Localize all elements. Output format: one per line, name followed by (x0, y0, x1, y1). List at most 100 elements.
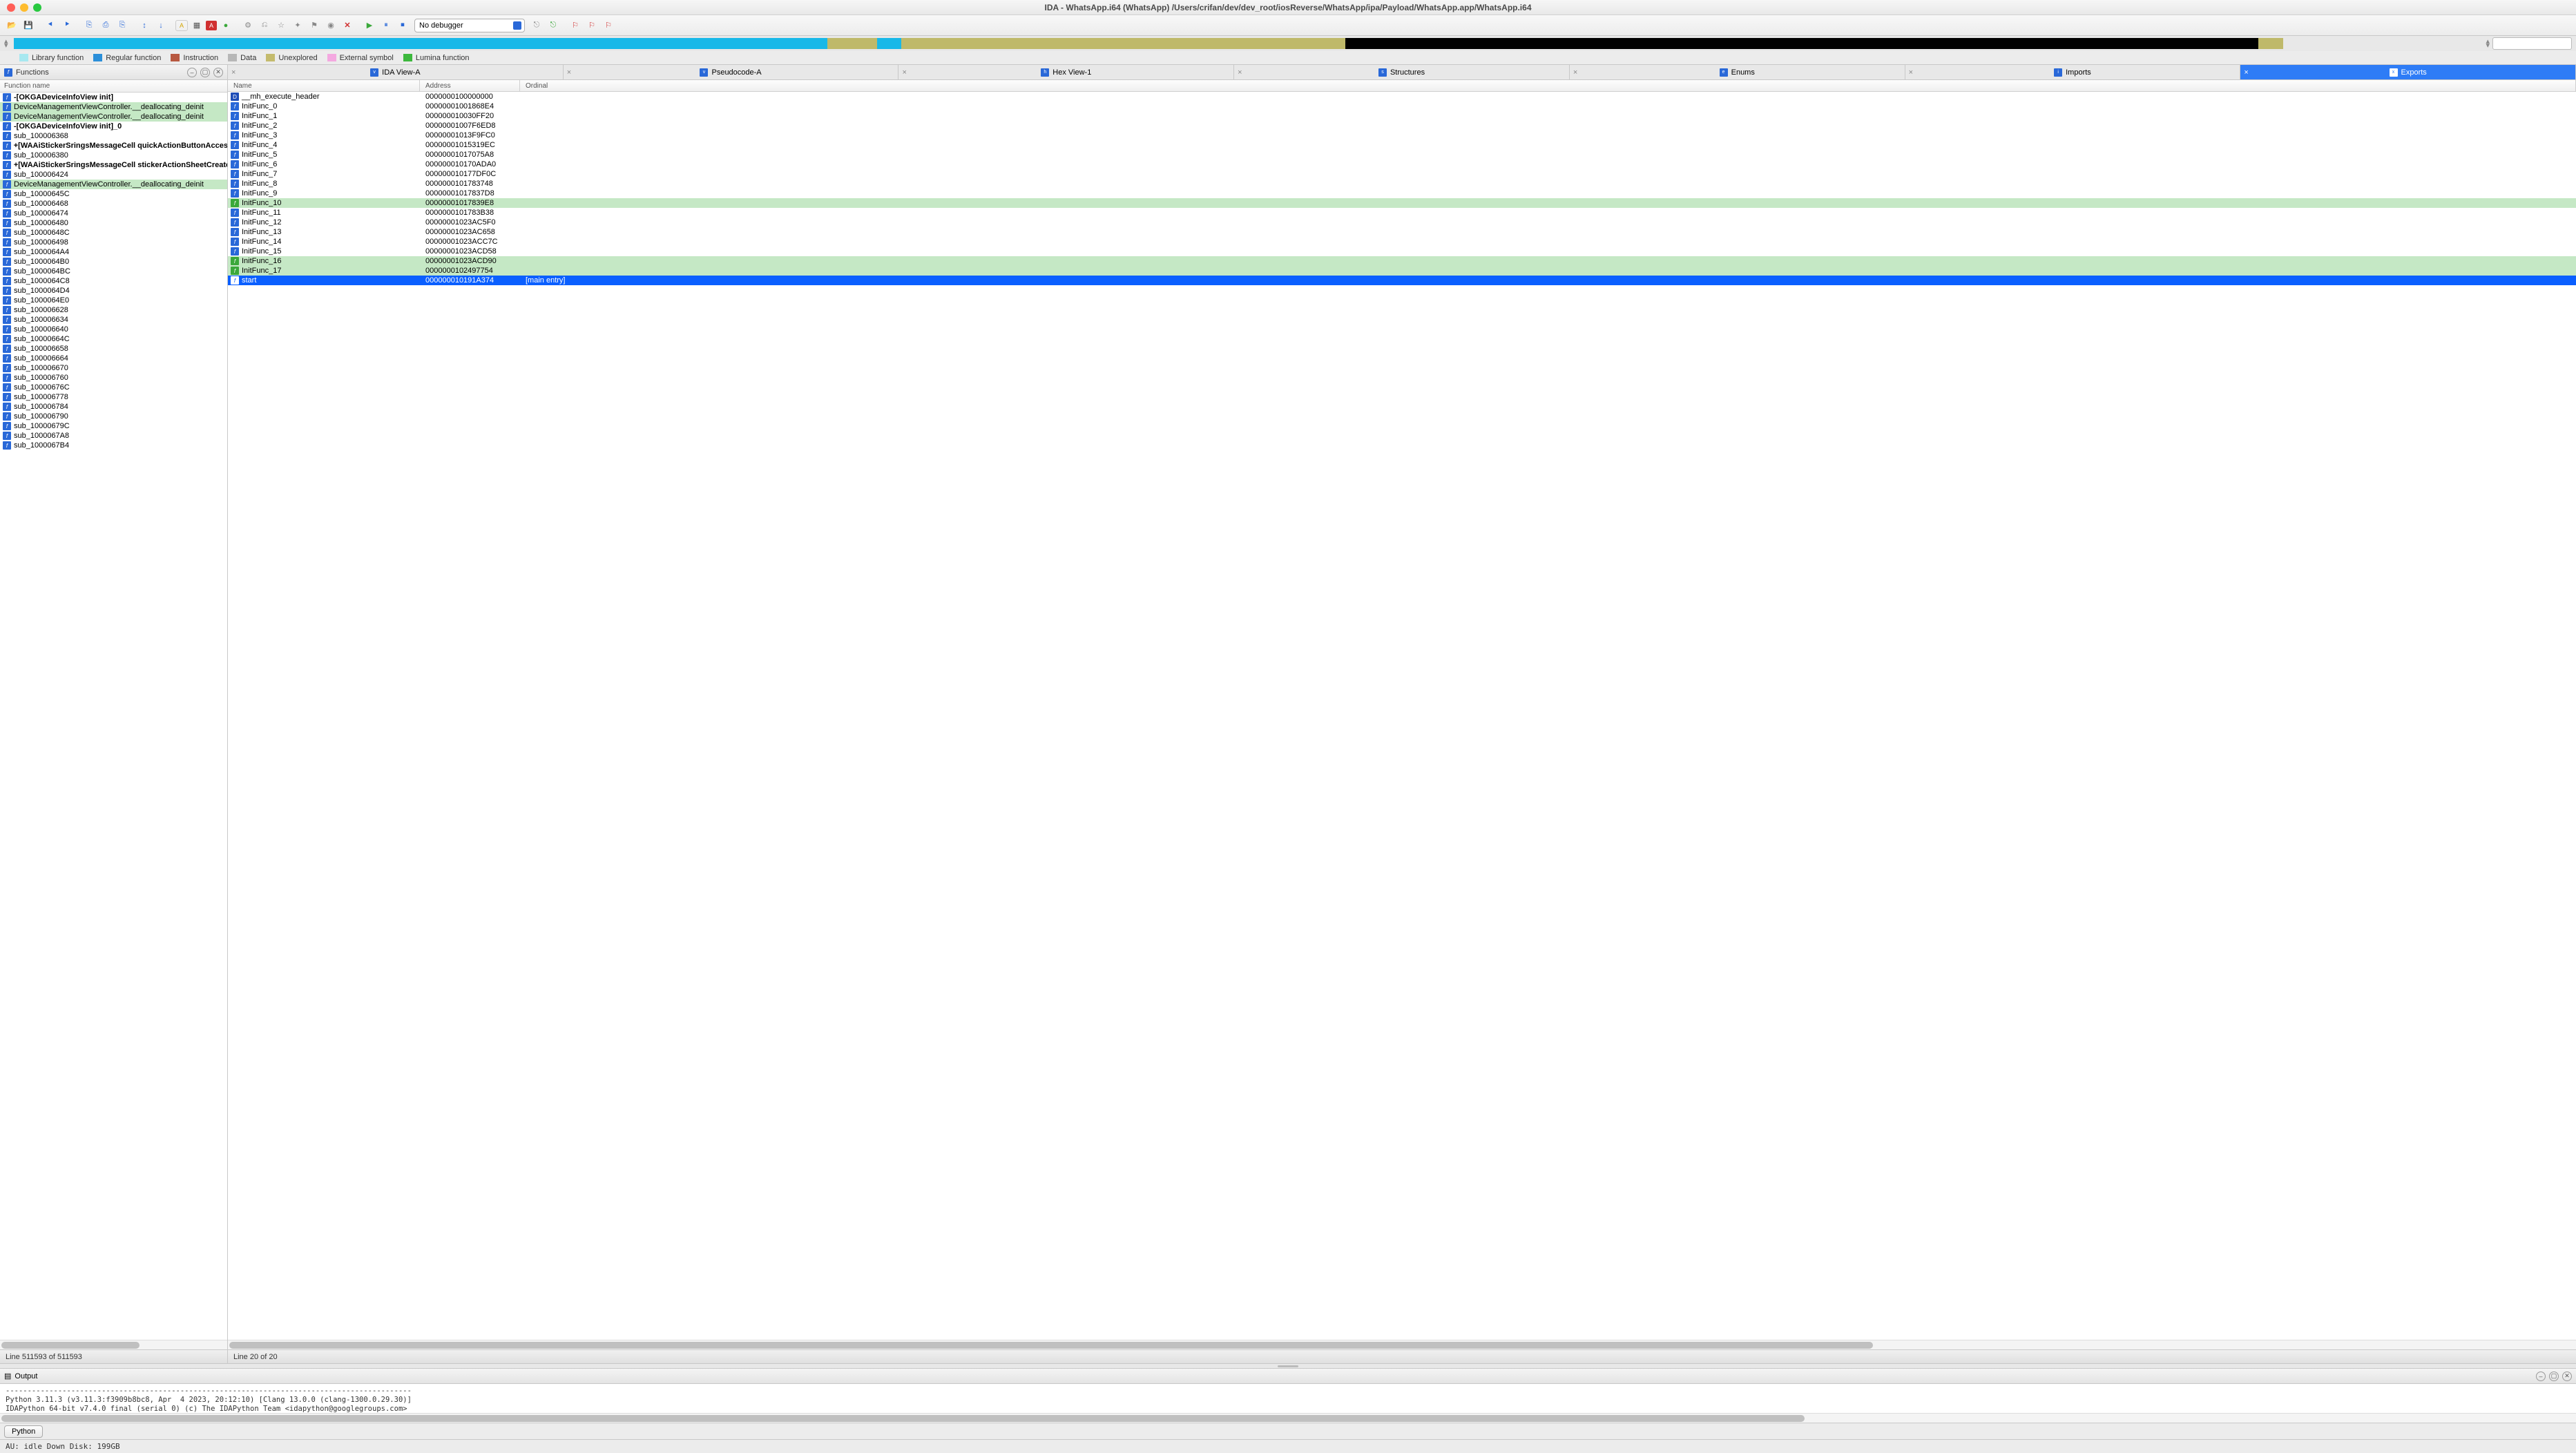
toolbar-button[interactable]: ⚑ (307, 18, 322, 33)
nav-forward-button[interactable]: ⯈ (59, 18, 75, 33)
exports-list[interactable]: D__mh_execute_header0000000100000000fIni… (228, 92, 2576, 1340)
toolbar-button[interactable]: ⚐ (601, 18, 616, 33)
export-row[interactable]: fInitFunc_000000001001868E4 (228, 102, 2576, 111)
panel-restore-button[interactable]: ▢ (200, 68, 210, 77)
function-row[interactable]: fsub_10000645C (0, 189, 227, 199)
export-row[interactable]: fInitFunc_1200000001023AC5F0 (228, 218, 2576, 227)
export-row[interactable]: fstart000000010191A374[main entry] (228, 276, 2576, 285)
python-button[interactable]: Python (4, 1425, 43, 1438)
text-button[interactable]: A (206, 21, 217, 30)
nav-scroll-right[interactable]: ▴▾ (2486, 39, 2490, 48)
function-row[interactable]: f+[WAAiStickerSringsMessageCell stickerA… (0, 160, 227, 170)
output-close-button[interactable]: ✕ (2562, 1372, 2572, 1381)
toolbar-button[interactable]: ▦ (189, 18, 204, 33)
tab-imports[interactable]: ×iImports (1905, 65, 2241, 79)
debugger-select[interactable]: No debugger (414, 19, 525, 32)
output-restore-button[interactable]: ▢ (2549, 1372, 2559, 1381)
record-button[interactable]: ● (218, 18, 233, 33)
col-address[interactable]: Address (420, 80, 520, 91)
toolbar-button[interactable]: ⚐ (584, 18, 599, 33)
toolbar-button[interactable]: ◉ (323, 18, 338, 33)
toolbar-button[interactable]: ⎌ (257, 18, 272, 33)
function-row[interactable]: fsub_100006480 (0, 218, 227, 228)
functions-column-header[interactable]: Function name (0, 80, 227, 93)
tab-close-icon[interactable]: × (1909, 68, 1913, 77)
output-hscrollbar[interactable] (0, 1413, 2576, 1423)
run-button[interactable]: ▶ (362, 18, 377, 33)
tab-enums[interactable]: ×eEnums (1570, 65, 1905, 79)
toolbar-button[interactable]: ☆ (273, 18, 289, 33)
toolbar-button[interactable]: ⎋ (546, 18, 561, 33)
function-row[interactable]: fsub_1000064A4 (0, 247, 227, 257)
function-row[interactable]: f+[WAAiStickerSringsMessageCell quickAct… (0, 141, 227, 151)
export-row[interactable]: fInitFunc_80000000101783748 (228, 179, 2576, 189)
export-row[interactable]: fInitFunc_170000000102497754 (228, 266, 2576, 276)
open-file-button[interactable]: 📂 (4, 18, 19, 33)
export-row[interactable]: fInitFunc_1300000001023AC658 (228, 227, 2576, 237)
function-row[interactable]: fsub_10000648C (0, 228, 227, 238)
tab-close-icon[interactable]: × (1573, 68, 1577, 77)
function-row[interactable]: fsub_100006658 (0, 344, 227, 354)
panel-close-button[interactable]: ✕ (213, 68, 223, 77)
output-minimize-button[interactable]: – (2536, 1372, 2546, 1381)
function-row[interactable]: fsub_100006474 (0, 209, 227, 218)
function-row[interactable]: f-[OKGADeviceInfoView init] (0, 93, 227, 102)
export-row[interactable]: fInitFunc_7000000010177DF0C (228, 169, 2576, 179)
tab-pseudocode-a[interactable]: ×vPseudocode-A (564, 65, 899, 79)
tab-exports[interactable]: ×xExports (2240, 65, 2576, 79)
export-row[interactable]: fInitFunc_900000001017837D8 (228, 189, 2576, 198)
tab-close-icon[interactable]: × (2244, 68, 2248, 77)
function-row[interactable]: fsub_100006640 (0, 325, 227, 334)
export-row[interactable]: fInitFunc_6000000010170ADA0 (228, 160, 2576, 169)
search-input[interactable] (2492, 37, 2572, 50)
tab-ida-view-a[interactable]: ×vIDA View-A (228, 65, 564, 79)
function-row[interactable]: fsub_1000067B4 (0, 441, 227, 450)
tab-close-icon[interactable]: × (902, 68, 906, 77)
function-row[interactable]: fsub_1000064B0 (0, 257, 227, 267)
pause-button[interactable]: ⏸ (378, 18, 394, 33)
function-row[interactable]: fsub_100006760 (0, 373, 227, 383)
toolbar-button[interactable]: ↕ (137, 18, 152, 33)
function-row[interactable]: fsub_1000064E0 (0, 296, 227, 305)
output-text[interactable]: ----------------------------------------… (0, 1384, 2576, 1413)
col-name[interactable]: Name (228, 80, 420, 91)
function-row[interactable]: fsub_10000676C (0, 383, 227, 392)
function-row[interactable]: fsub_100006380 (0, 151, 227, 160)
function-row[interactable]: fDeviceManagementViewController.__deallo… (0, 180, 227, 189)
export-row[interactable]: D__mh_execute_header0000000100000000 (228, 92, 2576, 102)
stop-button[interactable]: ⏹ (395, 18, 410, 33)
toolbar-button[interactable]: ⎙ (98, 18, 113, 33)
tab-hex-view-1[interactable]: ×hHex View-1 (898, 65, 1234, 79)
toolbar-button[interactable]: ⚙ (240, 18, 256, 33)
nav-back-button[interactable]: ⯇ (43, 18, 58, 33)
panel-minimize-button[interactable]: – (187, 68, 197, 77)
toolbar-button[interactable]: ↓ (153, 18, 169, 33)
cancel-button[interactable]: ✕ (340, 18, 355, 33)
function-row[interactable]: fsub_100006784 (0, 402, 227, 412)
splitter[interactable] (0, 1363, 2576, 1369)
toolbar-button[interactable]: ⚐ (568, 18, 583, 33)
tab-close-icon[interactable]: × (231, 68, 236, 77)
export-row[interactable]: fInitFunc_400000001015319EC (228, 140, 2576, 150)
toolbar-button[interactable]: ✦ (290, 18, 305, 33)
export-row[interactable]: fInitFunc_1600000001023ACD90 (228, 256, 2576, 266)
save-button[interactable]: 💾 (21, 18, 36, 33)
function-row[interactable]: fsub_100006664 (0, 354, 227, 363)
function-row[interactable]: fsub_100006368 (0, 131, 227, 141)
function-row[interactable]: fsub_100006468 (0, 199, 227, 209)
function-row[interactable]: fsub_100006498 (0, 238, 227, 247)
text-button[interactable]: A (175, 20, 188, 31)
function-row[interactable]: fsub_10000664C (0, 334, 227, 344)
function-row[interactable]: fsub_100006790 (0, 412, 227, 421)
overview-bar[interactable] (14, 38, 2481, 49)
functions-hscrollbar[interactable] (0, 1340, 227, 1349)
function-row[interactable]: fsub_10000679C (0, 421, 227, 431)
function-row[interactable]: fsub_1000067A8 (0, 431, 227, 441)
function-row[interactable]: fsub_1000064BC (0, 267, 227, 276)
export-row[interactable]: fInitFunc_500000001017075A8 (228, 150, 2576, 160)
tab-structures[interactable]: ×sStructures (1234, 65, 1570, 79)
function-row[interactable]: fsub_1000064D4 (0, 286, 227, 296)
tab-close-icon[interactable]: × (567, 68, 571, 77)
function-row[interactable]: fDeviceManagementViewController.__deallo… (0, 112, 227, 122)
exports-hscrollbar[interactable] (228, 1340, 2576, 1349)
